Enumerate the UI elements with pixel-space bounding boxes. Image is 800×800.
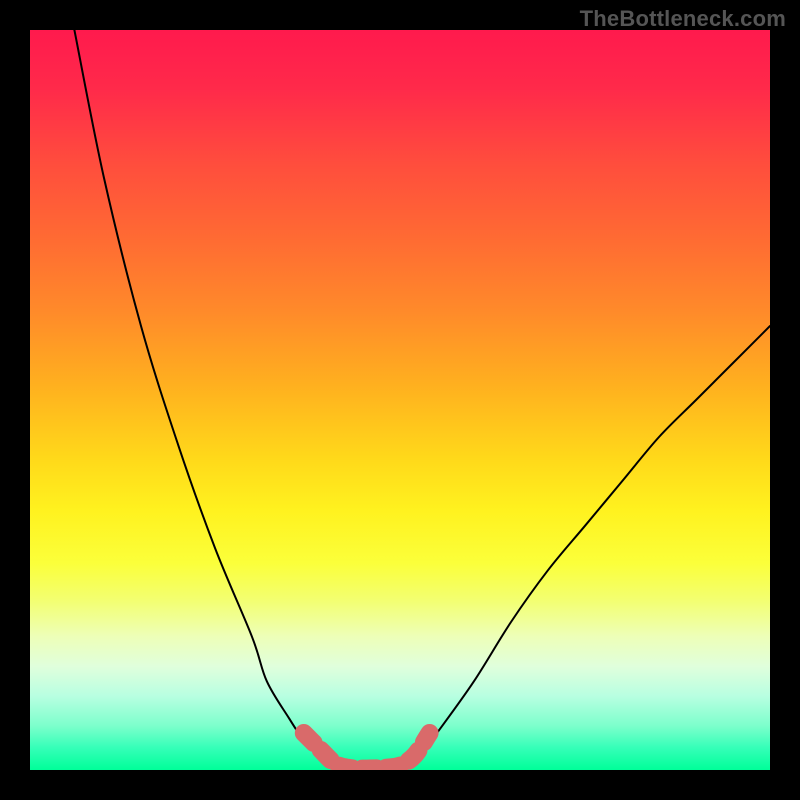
- curve-layer: [74, 30, 770, 770]
- chart-stage: TheBottleneck.com: [0, 0, 800, 800]
- watermark-text: TheBottleneck.com: [580, 6, 786, 32]
- valley-marker-path: [304, 733, 430, 769]
- chart-svg: [30, 30, 770, 770]
- left-branch-path: [74, 30, 348, 770]
- plot-area: [30, 30, 770, 770]
- right-branch-path: [400, 326, 770, 770]
